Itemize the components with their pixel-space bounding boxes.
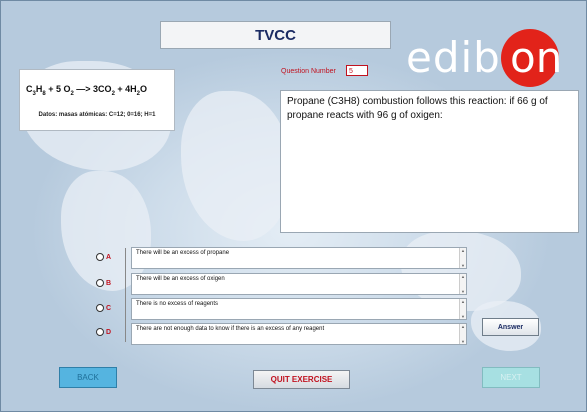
- option-text: There will be an excess of propane: [136, 250, 230, 256]
- reaction-equation: C3H8 + 5 O2 —> 3CO2 + 4H2O: [26, 84, 148, 97]
- logo-text-left: edib: [406, 33, 501, 82]
- scrollbar[interactable]: ▲ ▼: [459, 324, 466, 344]
- option-c-radio[interactable]: C: [96, 304, 111, 312]
- option-text: There will be an excess of oxigen: [136, 276, 225, 282]
- question-number-label: Question Number: [281, 68, 336, 75]
- arrow-down-icon[interactable]: ▼: [461, 289, 465, 294]
- option-d-text-box: There are not enough data to know if the…: [131, 323, 467, 345]
- map-continent-europe-africa: [181, 91, 291, 241]
- exercise-title: TVCC: [160, 21, 391, 49]
- radio-icon[interactable]: [96, 304, 104, 312]
- arrow-up-icon[interactable]: ▲: [461, 324, 465, 329]
- formula-panel: C3H8 + 5 O2 —> 3CO2 + 4H2O Datos: masas …: [19, 69, 175, 131]
- option-letter: D: [106, 328, 112, 336]
- option-letter: B: [106, 279, 112, 287]
- scrollbar[interactable]: ▲ ▼: [459, 248, 466, 268]
- option-a-text-box: There will be an excess of propane ▲ ▼: [131, 247, 467, 269]
- arrow-down-icon[interactable]: ▼: [461, 263, 465, 268]
- option-text: There are not enough data to know if the…: [136, 326, 325, 332]
- arrow-up-icon[interactable]: ▲: [461, 299, 465, 304]
- back-button[interactable]: BACK: [59, 367, 117, 388]
- scrollbar[interactable]: ▲ ▼: [459, 299, 466, 319]
- logo-text-right: on: [510, 33, 563, 82]
- option-text: There is no excess of reagents: [136, 301, 219, 307]
- scrollbar[interactable]: ▲ ▼: [459, 274, 466, 294]
- option-b-text-box: There will be an excess of oxigen ▲ ▼: [131, 273, 467, 295]
- exercise-window: TVCC edib on C3H8 + 5 O2 —> 3CO2 + 4H2O …: [0, 0, 587, 412]
- edibon-logo: edib on: [406, 29, 578, 87]
- arrow-up-icon[interactable]: ▲: [461, 274, 465, 279]
- option-c-text-box: There is no excess of reagents ▲ ▼: [131, 298, 467, 320]
- question-number-field: 5: [346, 65, 368, 76]
- answer-button[interactable]: Answer: [482, 318, 539, 336]
- radio-icon[interactable]: [96, 328, 104, 336]
- option-letter: A: [106, 253, 112, 261]
- option-letter: C: [106, 304, 112, 312]
- radio-icon[interactable]: [96, 253, 104, 261]
- option-d-radio[interactable]: D: [96, 328, 111, 336]
- options-group-divider: [125, 248, 130, 342]
- atomic-masses-note: Datos: masas atómicas: C=12; 0=16; H=1: [38, 112, 156, 118]
- quit-exercise-button[interactable]: QUIT EXERCISE: [253, 370, 350, 389]
- question-text: Propane (C3H8) combustion follows this r…: [280, 90, 579, 233]
- arrow-down-icon[interactable]: ▼: [461, 339, 465, 344]
- next-button[interactable]: NEXT: [482, 367, 540, 388]
- arrow-up-icon[interactable]: ▲: [461, 248, 465, 253]
- option-a-radio[interactable]: A: [96, 253, 111, 261]
- arrow-down-icon[interactable]: ▼: [461, 314, 465, 319]
- radio-icon[interactable]: [96, 279, 104, 287]
- option-b-radio[interactable]: B: [96, 279, 111, 287]
